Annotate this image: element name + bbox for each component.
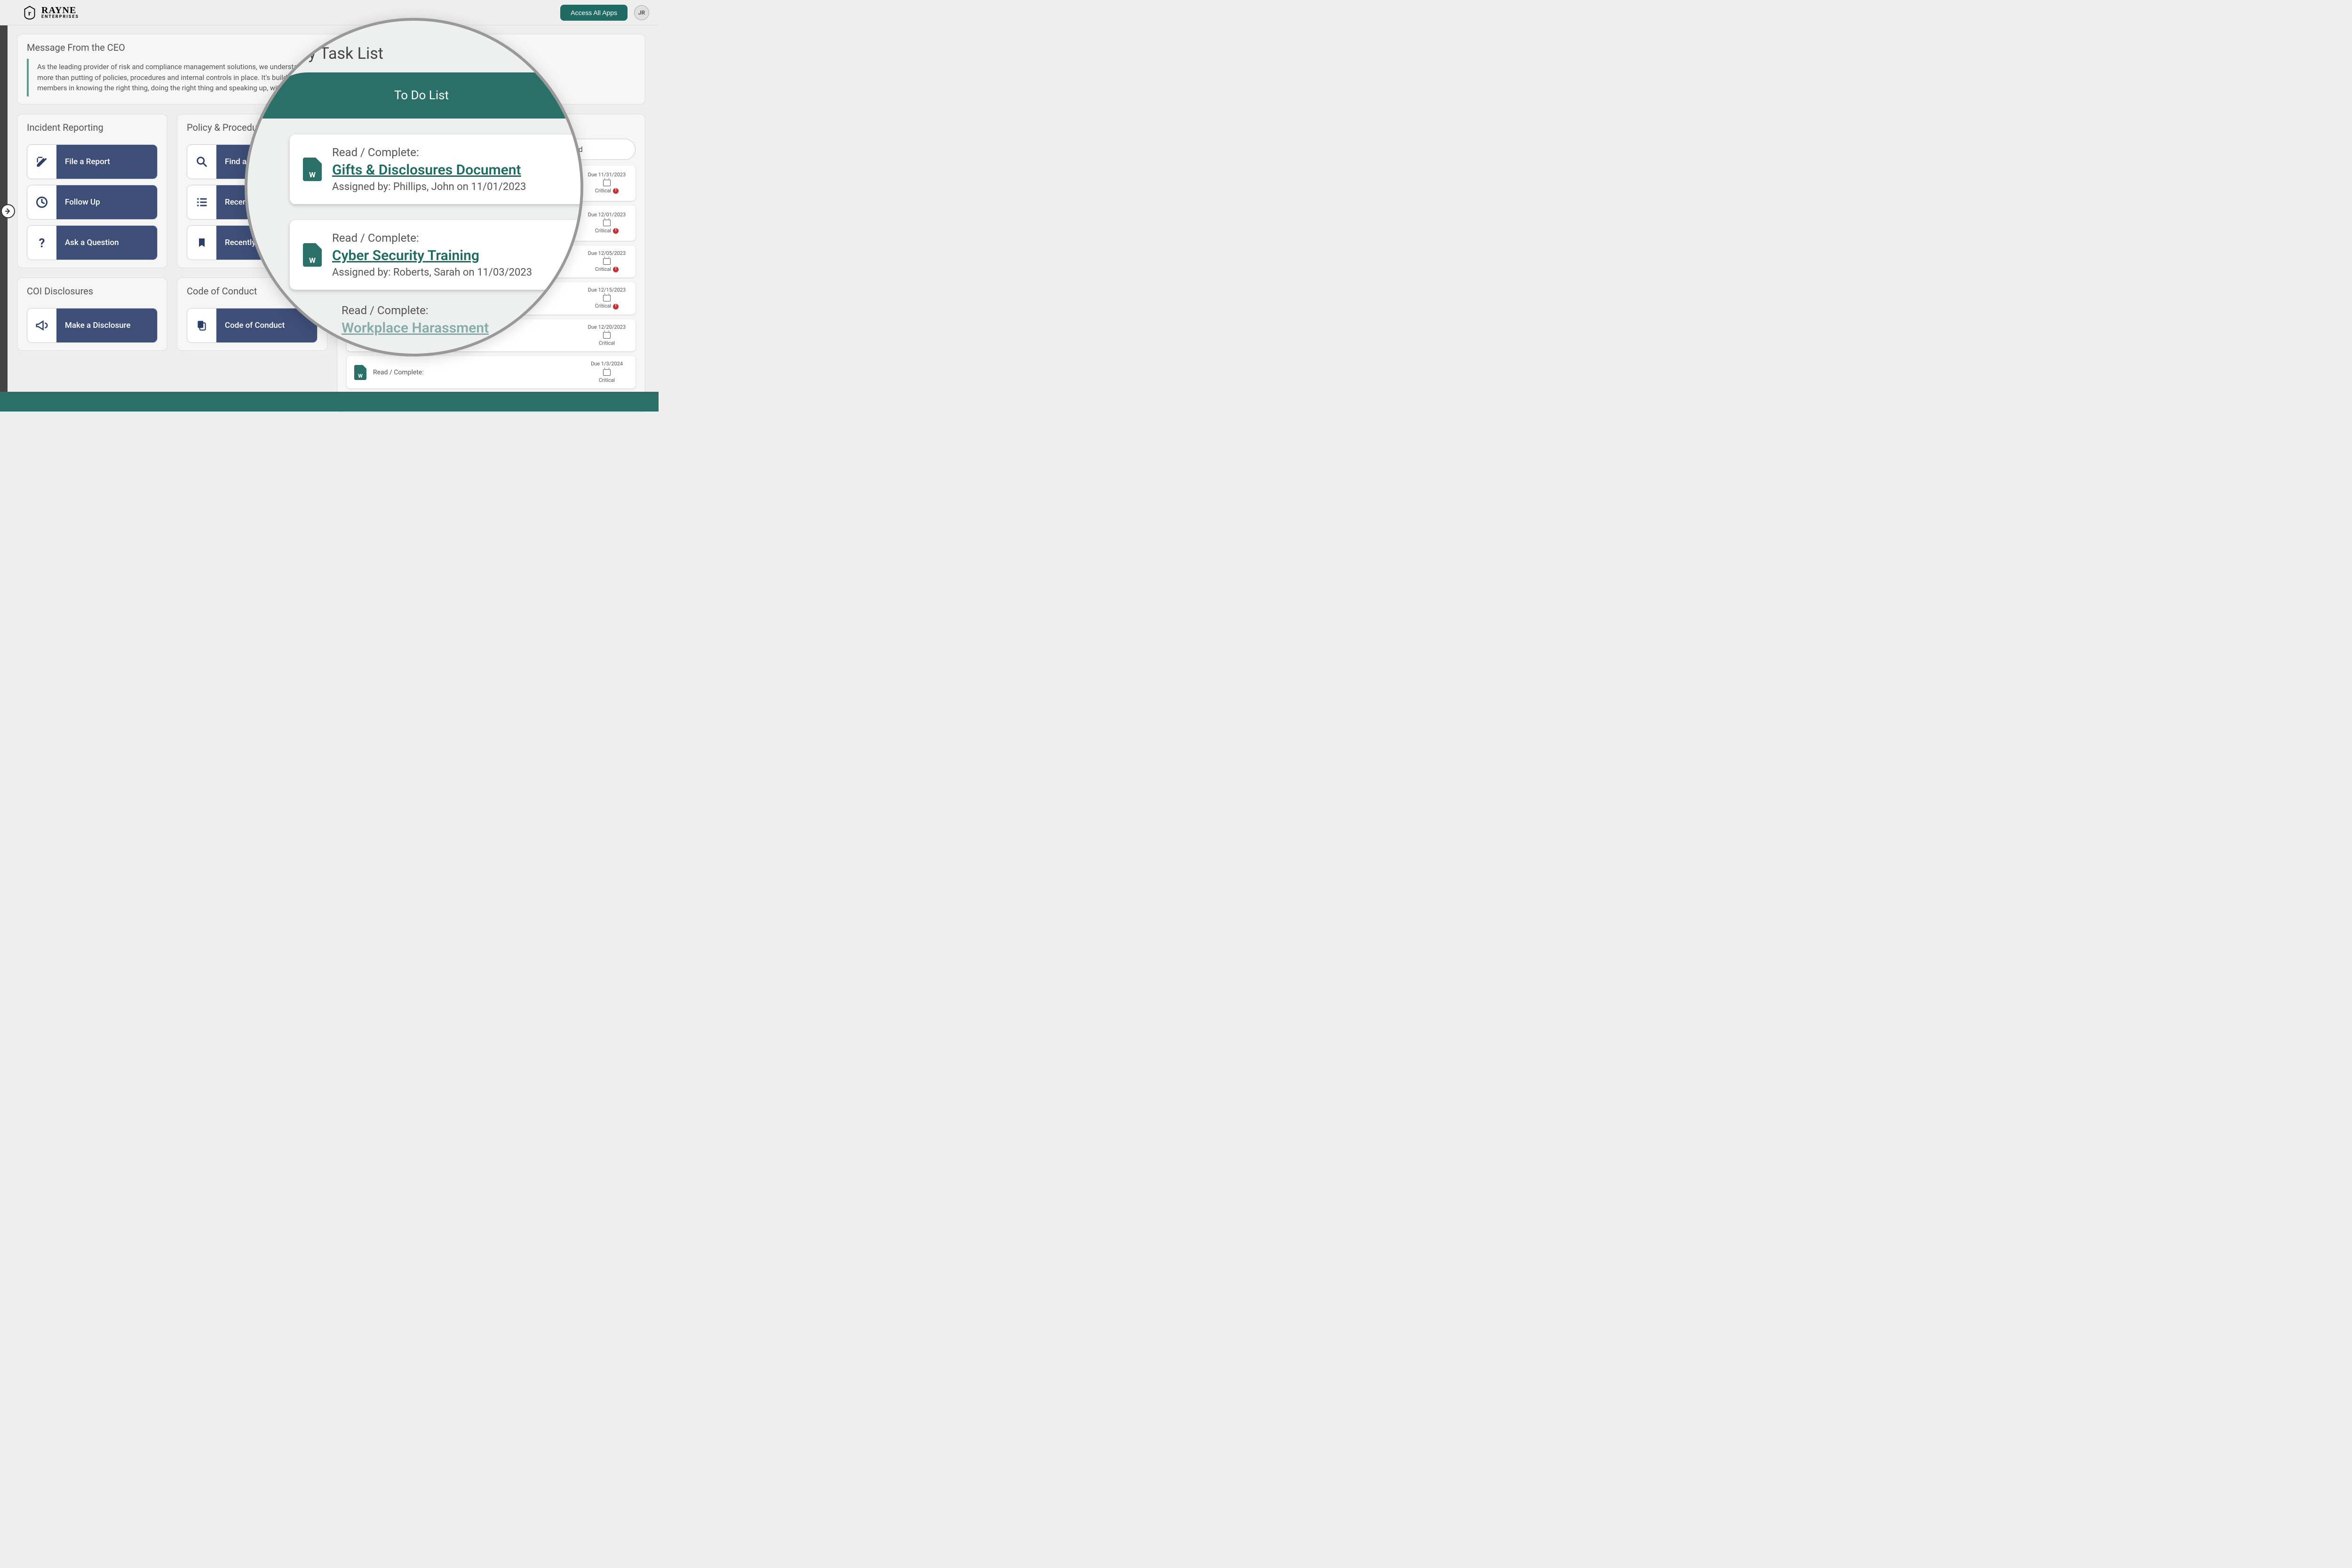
task-assigned: Assigned by: Roberts, Sarah on 11/03/202… bbox=[332, 267, 532, 278]
make-disclosure-tile[interactable]: Make a Disclosure bbox=[27, 308, 158, 343]
word-doc-icon bbox=[354, 365, 366, 380]
arrow-right-icon bbox=[4, 207, 12, 215]
tile-label: Ask a Question bbox=[65, 238, 119, 247]
task-due-date: Due 12/15/2023 bbox=[586, 287, 628, 293]
search-icon bbox=[195, 155, 208, 168]
code-of-conduct-tile[interactable]: Code of Conduct bbox=[187, 308, 318, 343]
alert-icon: ! bbox=[613, 188, 619, 194]
brand-name: RAYNE bbox=[41, 6, 79, 15]
magnifier-task-item[interactable]: Read / Complete: Cyber Security Training… bbox=[290, 220, 583, 290]
word-doc-icon bbox=[303, 243, 322, 267]
tile-label: Make a Disclosure bbox=[65, 321, 131, 330]
calendar-icon bbox=[603, 180, 611, 186]
task-due-date: Due 12/01/2023 bbox=[586, 212, 628, 218]
task-prefix: Read / Complete: bbox=[332, 146, 526, 159]
task-prefix: Read / Complete: bbox=[332, 231, 532, 245]
task-status: Critical bbox=[595, 303, 611, 309]
calendar-icon bbox=[603, 258, 611, 265]
task-due-block: Due 12/15/2023 Critical! bbox=[586, 287, 628, 310]
file-report-tile[interactable]: File a Report bbox=[27, 144, 158, 179]
task-status: Critical bbox=[595, 228, 611, 234]
task-status: Critical bbox=[599, 377, 615, 384]
ask-question-tile[interactable]: ? Ask a Question bbox=[27, 225, 158, 260]
magnifier-task-item[interactable]: Read / Complete: Gifts & Disclosures Doc… bbox=[290, 135, 583, 204]
panel-title: COI Disclosures bbox=[27, 285, 158, 297]
alert-icon: ! bbox=[613, 267, 619, 272]
task-link-partial[interactable]: Workplace Harassment bbox=[342, 320, 557, 336]
svg-text:?: ? bbox=[39, 236, 45, 249]
calendar-icon bbox=[603, 220, 611, 226]
megaphone-icon bbox=[35, 318, 49, 333]
task-link[interactable]: Gifts & Disclosures Document bbox=[332, 162, 526, 178]
page-footer bbox=[0, 392, 659, 412]
alert-icon: ! bbox=[613, 228, 619, 234]
task-prefix: Read / Complete: bbox=[342, 304, 557, 317]
task-item[interactable]: Read / Complete: Due 1/3/2024 Critical bbox=[347, 356, 636, 388]
task-due-block: Due 12/20/2023 Critical bbox=[586, 324, 628, 347]
copy-icon bbox=[196, 319, 208, 332]
task-status: Critical bbox=[599, 340, 615, 347]
tile-label: File a Report bbox=[65, 157, 110, 166]
calendar-icon bbox=[603, 369, 611, 376]
calendar-icon bbox=[603, 332, 611, 339]
sidebar-expand-button[interactable] bbox=[1, 204, 15, 218]
task-due-block: Due 12/01/2023 Critical! bbox=[586, 212, 628, 235]
task-due-date: Due 1/3/2024 bbox=[586, 361, 628, 367]
access-all-apps-button[interactable]: Access All Apps bbox=[560, 5, 628, 21]
incident-reporting-panel: Incident Reporting File a Report Follow … bbox=[17, 114, 167, 268]
alert-icon: ! bbox=[613, 304, 619, 309]
word-doc-icon bbox=[303, 158, 322, 181]
task-link[interactable]: Cyber Security Training bbox=[332, 247, 532, 264]
calendar-icon bbox=[603, 295, 611, 301]
top-bar: r RAYNE ENTERPRISES Access All Apps JR bbox=[0, 0, 659, 25]
user-avatar[interactable]: JR bbox=[634, 5, 649, 20]
question-icon: ? bbox=[35, 236, 48, 249]
panel-title: Incident Reporting bbox=[27, 122, 158, 133]
task-status: Critical bbox=[595, 188, 611, 194]
task-due-block: Due 12/05/2023 Critical! bbox=[586, 250, 628, 273]
follow-up-tile[interactable]: Follow Up bbox=[27, 185, 158, 220]
task-assigned: Assigned by: Phillips, John on 11/01/202… bbox=[332, 181, 526, 193]
brand-logo-icon: r bbox=[23, 6, 37, 20]
bookmark-icon bbox=[196, 236, 207, 249]
magnifier-overlay: My Task List To Do List Read / Complete:… bbox=[245, 18, 583, 356]
magnifier-tab-todo[interactable]: To Do List bbox=[262, 72, 581, 119]
task-status: Critical bbox=[595, 266, 611, 273]
task-due-block: Due 11/31/2023 Critical! bbox=[586, 172, 628, 195]
edit-icon bbox=[35, 155, 48, 168]
svg-text:r: r bbox=[28, 9, 32, 17]
clock-icon bbox=[35, 196, 48, 209]
task-prefix: Read / Complete: bbox=[373, 369, 579, 376]
coi-disclosures-panel: COI Disclosures Make a Disclosure bbox=[17, 277, 167, 351]
task-due-date: Due 12/05/2023 bbox=[586, 250, 628, 257]
task-due-date: Due 11/31/2023 bbox=[586, 172, 628, 178]
task-due-block: Due 1/3/2024 Critical bbox=[586, 361, 628, 384]
brand-logo-block: r RAYNE ENTERPRISES bbox=[23, 6, 79, 20]
task-due-date: Due 12/20/2023 bbox=[586, 324, 628, 331]
tile-label: Follow Up bbox=[65, 198, 100, 207]
brand-sub: ENTERPRISES bbox=[41, 15, 79, 19]
list-icon bbox=[195, 196, 208, 209]
tile-label: Code of Conduct bbox=[225, 321, 285, 330]
